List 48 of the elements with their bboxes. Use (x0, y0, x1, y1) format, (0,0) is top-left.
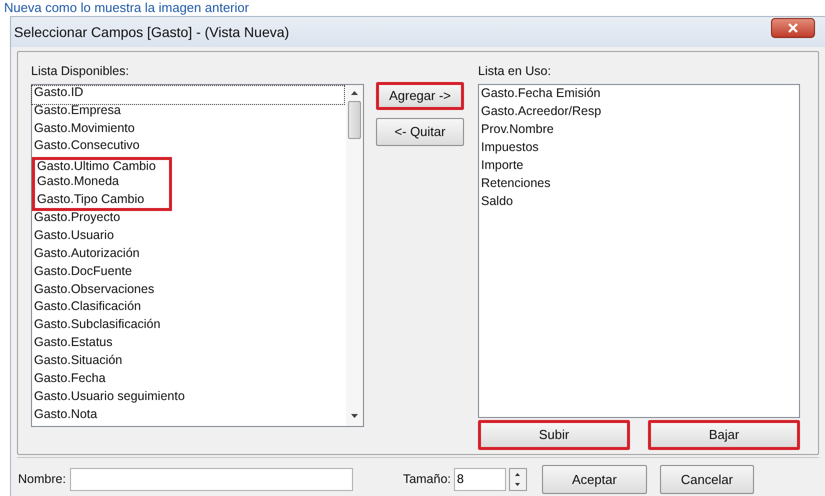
list-label: Lista Disponibles: (31, 63, 130, 80)
name-input-field[interactable] (70, 468, 353, 491)
list-item[interactable]: Retenciones (479, 176, 799, 194)
list-item[interactable]: Gasto.DocFuente (32, 264, 346, 283)
scroll-up-icon (351, 90, 358, 95)
list-item[interactable]: Saldo (479, 194, 799, 212)
list-item[interactable]: Gasto.Moneda (32, 175, 172, 194)
list-item[interactable]: Gasto.Autorización (32, 246, 346, 265)
list-item[interactable]: Gasto.Tipo Cambio (32, 193, 172, 212)
dialog-button[interactable]: Cancelar (660, 464, 754, 494)
scroll-thumb[interactable] (348, 100, 361, 139)
spinner-control[interactable] (508, 468, 527, 491)
size-input-field[interactable]: 8 (454, 468, 506, 491)
window-title: Seleccionar Campos [Gasto] - (Vista Nueva) (14, 22, 290, 42)
dialog-button[interactable]: <- Quitar (376, 118, 464, 146)
caption-text: Nueva como lo muestra la imagen anterior (4, 0, 249, 16)
list-item[interactable]: Gasto.ID (32, 86, 344, 104)
list-item[interactable]: Impuestos (479, 140, 799, 158)
dialog-button[interactable]: Agregar -> (376, 82, 464, 110)
list-item[interactable]: Gasto.Acreedor/Resp (479, 104, 799, 122)
dialog-button[interactable]: Bajar (648, 420, 800, 450)
list-label: Lista en Uso: (478, 63, 552, 80)
list-item[interactable]: Gasto.Fecha Emisión (479, 86, 799, 104)
list-item[interactable]: Importe (479, 158, 799, 176)
field-label: Tamaño: (402, 470, 451, 488)
scroll-down-icon (351, 414, 358, 418)
list-item[interactable]: Gasto.Fecha (32, 372, 346, 390)
spin-down-icon (515, 483, 520, 486)
list-item[interactable]: Gasto.Nota (32, 408, 346, 426)
close-button[interactable] (771, 18, 815, 38)
list-item[interactable]: Prov.Nombre (479, 122, 799, 140)
list-item[interactable]: Gasto.Proyecto (32, 211, 346, 229)
list-item[interactable]: Gasto.Empresa (32, 104, 346, 122)
list-item[interactable]: Gasto.Usuario (32, 228, 346, 247)
list-item[interactable]: Gasto.Consecutivo (32, 139, 346, 158)
dialog-button[interactable]: Aceptar (542, 464, 647, 494)
list-item[interactable]: Gasto.Subclasificación (32, 318, 346, 336)
list-item[interactable]: Gasto.Movimiento (32, 122, 346, 140)
list-item[interactable]: Gasto.Estatus (32, 336, 346, 354)
list-item[interactable]: Gasto.Ultimo Cambio (32, 157, 172, 176)
list-item[interactable]: Gasto.Situación (32, 354, 346, 372)
list-item[interactable]: Gasto.Observaciones (32, 282, 346, 300)
list-item[interactable]: Gasto.Clasificación (32, 300, 346, 318)
field-label: Nombre: (18, 470, 66, 488)
dialog-button[interactable]: Subir (478, 420, 630, 450)
list-item[interactable]: Gasto.Usuario seguimiento (32, 390, 346, 408)
spin-up-icon (515, 472, 520, 476)
close-icon (788, 23, 798, 33)
